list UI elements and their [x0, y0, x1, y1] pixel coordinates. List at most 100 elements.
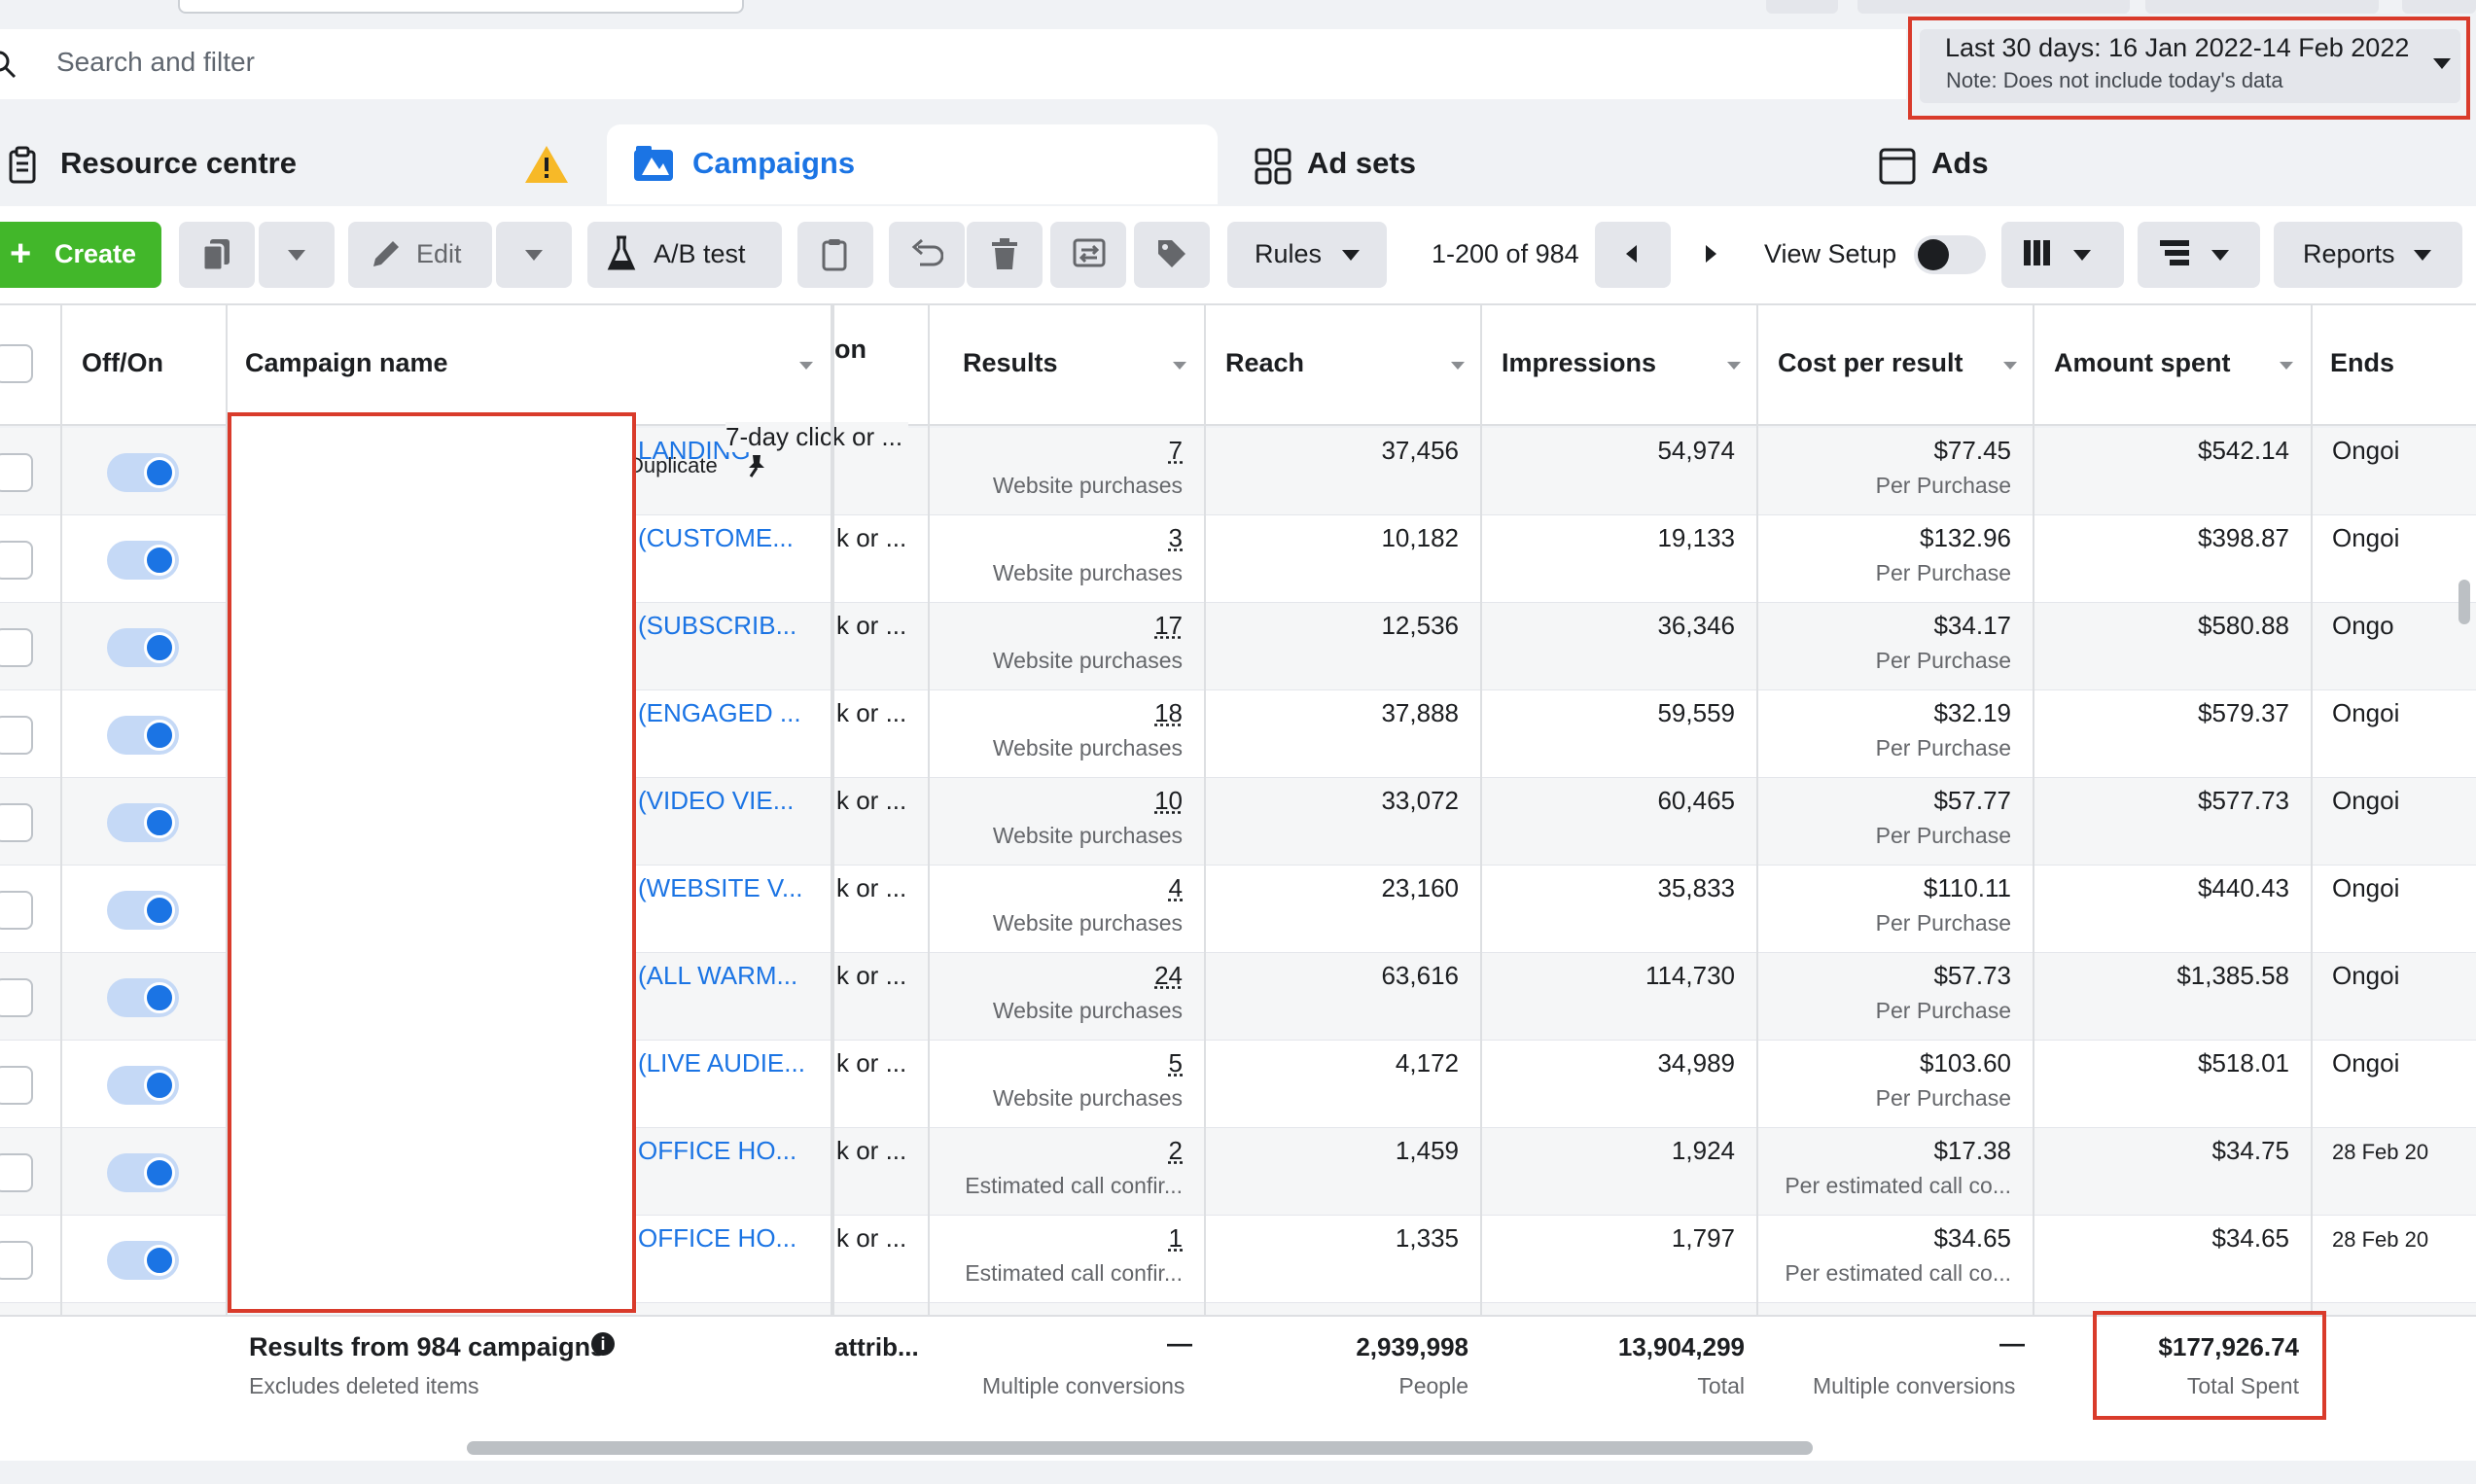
- chevron-down-icon: [288, 250, 305, 261]
- footer-impressions-value: 13,904,299: [1618, 1332, 1745, 1362]
- results-value[interactable]: 24: [1154, 961, 1183, 991]
- row-checkbox[interactable]: [0, 716, 33, 755]
- top-button[interactable]: [2145, 0, 2379, 14]
- sort-icon: [799, 362, 813, 370]
- ab-test-label: A/B test: [654, 239, 746, 269]
- campaign-name-link[interactable]: (WEBSITE V...: [638, 873, 803, 903]
- campaign-name-link[interactable]: OFFICE HO...: [638, 1136, 796, 1166]
- campaign-name-link[interactable]: OFFICE HO...: [638, 1223, 796, 1254]
- campaign-toggle[interactable]: [107, 453, 179, 492]
- campaign-toggle[interactable]: [107, 1241, 179, 1280]
- attribution-setting: k or ...: [836, 873, 906, 903]
- duplicate-link[interactable]: Duplicate: [628, 453, 718, 478]
- attribution-setting: k or ...: [836, 523, 906, 553]
- column-divider: [60, 303, 62, 1439]
- top-button[interactable]: [2402, 0, 2476, 14]
- reports-label: Reports: [2303, 239, 2395, 269]
- row-checkbox[interactable]: [0, 1241, 33, 1280]
- row-checkbox[interactable]: [0, 1153, 33, 1192]
- column-header-cost-per-result[interactable]: Cost per result: [1778, 348, 1963, 378]
- ends-value: 28 Feb 20: [2332, 1140, 2428, 1165]
- info-icon[interactable]: i: [591, 1332, 615, 1356]
- column-divider: [1756, 303, 1758, 1439]
- sort-icon: [1451, 362, 1465, 370]
- cost-per-result-type: Per Purchase: [1876, 910, 2011, 936]
- campaign-toggle[interactable]: [107, 628, 179, 667]
- reach-value: 1,459: [1396, 1136, 1459, 1166]
- row-checkbox[interactable]: [0, 978, 33, 1017]
- footer-cpr-label: Multiple conversions: [1813, 1373, 2015, 1399]
- column-header-impressions[interactable]: Impressions: [1502, 348, 1656, 378]
- campaign-toggle[interactable]: [107, 1153, 179, 1192]
- edit-button-label: Edit: [416, 239, 462, 269]
- horizontal-scrollbar[interactable]: [467, 1441, 1813, 1455]
- campaign-name-link[interactable]: (CUSTOME...: [638, 523, 794, 553]
- chevron-down-icon: [525, 250, 543, 261]
- ends-value: Ongoi: [2332, 786, 2399, 816]
- campaign-toggle[interactable]: [107, 978, 179, 1017]
- cost-per-result-type: Per estimated call co...: [1785, 1260, 2011, 1287]
- row-checkbox[interactable]: [0, 891, 33, 930]
- top-button[interactable]: [1766, 0, 1838, 14]
- results-value[interactable]: 18: [1154, 698, 1183, 728]
- amount-spent-value: $1,385.58: [2176, 961, 2289, 991]
- campaign-toggle[interactable]: [107, 1066, 179, 1105]
- results-value[interactable]: 2: [1169, 1136, 1183, 1166]
- select-all-checkbox[interactable]: [0, 344, 33, 383]
- campaign-name-link[interactable]: (LIVE AUDIE...: [638, 1048, 805, 1078]
- amount-spent-value: $440.43: [2198, 873, 2289, 903]
- column-header-amount-spent[interactable]: Amount spent: [2054, 348, 2231, 378]
- row-checkbox[interactable]: [0, 453, 33, 492]
- row-checkbox[interactable]: [0, 628, 33, 667]
- cost-per-result-value: $57.73: [1933, 961, 2011, 991]
- campaign-name-link[interactable]: (SUBSCRIB...: [638, 611, 796, 641]
- search-input[interactable]: Search and filter: [56, 47, 255, 78]
- reach-value: 33,072: [1381, 786, 1459, 816]
- results-value[interactable]: 7: [1169, 436, 1183, 466]
- top-button[interactable]: [1857, 0, 2130, 14]
- export-icon: [1072, 237, 1107, 270]
- campaign-toggle[interactable]: [107, 716, 179, 755]
- results-value[interactable]: 3: [1169, 523, 1183, 553]
- tab-ads-label: Ads: [1931, 146, 1989, 181]
- columns-button[interactable]: [2001, 222, 2124, 288]
- campaign-name-link[interactable]: (ALL WARM...: [638, 961, 797, 991]
- results-value[interactable]: 1: [1169, 1223, 1183, 1254]
- vertical-scrollbar[interactable]: [2458, 580, 2470, 624]
- column-header-ends[interactable]: Ends: [2330, 348, 2394, 378]
- reach-value: 4,172: [1396, 1048, 1459, 1078]
- pin-icon[interactable]: [745, 453, 768, 478]
- attribution-tooltip: 7-day click or ...: [725, 422, 908, 452]
- chevron-down-icon: [2211, 250, 2229, 261]
- view-setup-toggle[interactable]: [1914, 235, 1986, 274]
- campaign-toggle[interactable]: [107, 803, 179, 842]
- results-value[interactable]: 4: [1169, 873, 1183, 903]
- column-header-campaign-name[interactable]: Campaign name: [245, 348, 448, 378]
- campaign-name-link[interactable]: (VIDEO VIE...: [638, 786, 794, 816]
- results-value[interactable]: 5: [1169, 1048, 1183, 1078]
- account-selector[interactable]: [178, 0, 744, 14]
- campaign-toggle[interactable]: [107, 891, 179, 930]
- results-value[interactable]: 10: [1154, 786, 1183, 816]
- results-value[interactable]: 17: [1154, 611, 1183, 641]
- search-bar[interactable]: [0, 29, 1906, 99]
- column-divider: [928, 303, 930, 1439]
- ad-window-icon: [1879, 148, 1916, 185]
- campaign-toggle[interactable]: [107, 541, 179, 580]
- column-header-attribution[interactable]: on: [834, 335, 867, 365]
- breakdown-button[interactable]: [2138, 222, 2260, 288]
- flag-icon: [632, 144, 675, 183]
- clipboard-icon: [821, 237, 848, 272]
- row-checkbox[interactable]: [0, 803, 33, 842]
- ends-value: Ongoi: [2332, 961, 2399, 991]
- ends-value: Ongoi: [2332, 523, 2399, 553]
- attribution-setting: k or ...: [836, 961, 906, 991]
- results-type: Website purchases: [993, 648, 1183, 674]
- results-type: Estimated call confir...: [965, 1173, 1183, 1199]
- column-header-results[interactable]: Results: [963, 348, 1058, 378]
- column-header-off-on[interactable]: Off/On: [82, 348, 163, 378]
- row-checkbox[interactable]: [0, 1066, 33, 1105]
- row-checkbox[interactable]: [0, 541, 33, 580]
- column-header-reach[interactable]: Reach: [1225, 348, 1304, 378]
- campaign-name-link[interactable]: (ENGAGED ...: [638, 698, 801, 728]
